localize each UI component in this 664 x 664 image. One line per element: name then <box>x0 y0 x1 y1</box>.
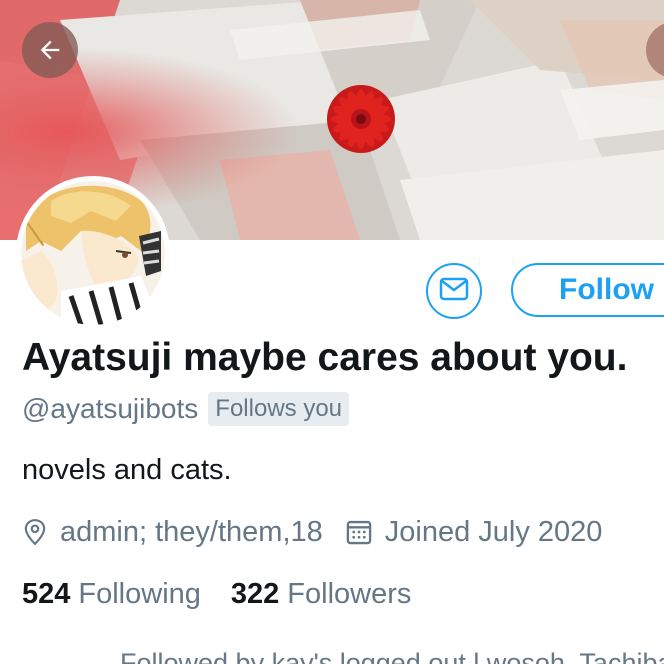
profile-meta: admin; they/them,18 Joined July 2020 <box>22 510 602 554</box>
followers-link[interactable]: 322 Followers <box>231 578 411 611</box>
following-count: 524 <box>22 577 71 610</box>
location-pin-icon <box>22 518 48 546</box>
followers-count: 322 <box>230 577 280 610</box>
bio-text: novels and cats. <box>22 454 232 486</box>
follow-button[interactable]: Follow <box>511 263 664 317</box>
follows-you-badge: Follows you <box>208 392 350 426</box>
handle-row: @ayatsujibots Follows you <box>22 390 350 428</box>
followed-by-text[interactable]: Followed by kay's logged out l.wosoh, Ta… <box>120 645 664 664</box>
message-button[interactable] <box>426 263 482 319</box>
following-label: Following <box>78 577 201 610</box>
location-text: admin; they/them,18 <box>60 515 323 548</box>
back-button[interactable] <box>22 22 78 78</box>
display-name: Ayatsuji maybe cares about you. <box>22 336 628 379</box>
arrow-left-icon <box>36 36 64 64</box>
followers-label: Followers <box>287 577 412 610</box>
username-handle: @ayatsujibots <box>22 393 199 424</box>
joined-date: Joined July 2020 <box>384 515 603 548</box>
mail-icon <box>439 277 469 306</box>
avatar[interactable] <box>16 176 170 330</box>
profile-screen: Follow Ayatsuji maybe cares about you. @… <box>0 0 664 664</box>
calendar-icon <box>345 518 373 546</box>
following-link[interactable]: 524 Following <box>22 578 201 611</box>
follow-stats: 524 Following 322 Followers <box>22 574 411 614</box>
